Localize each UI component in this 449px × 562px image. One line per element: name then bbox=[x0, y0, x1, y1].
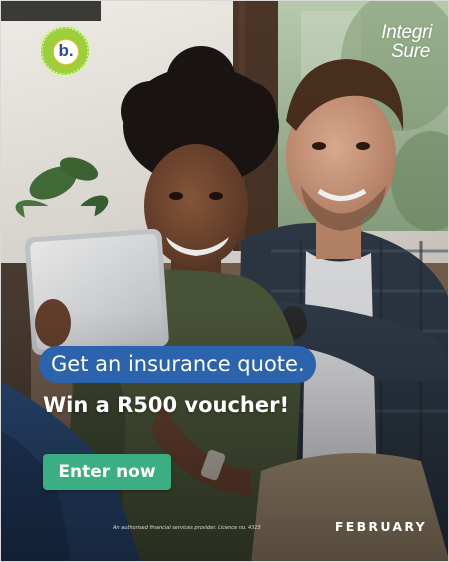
certified-partner-badge: b. bbox=[39, 25, 91, 77]
integrisure-logo: Integri Sure bbox=[381, 23, 432, 61]
brand-line-2: Sure bbox=[391, 41, 430, 62]
enter-now-button[interactable]: Enter now bbox=[43, 454, 171, 490]
legal-disclaimer: An authorised financial services provide… bbox=[113, 525, 261, 531]
badge-letter: b. bbox=[53, 39, 79, 65]
subheadline: Win a R500 voucher! bbox=[43, 393, 290, 417]
brand-line-1: Integri bbox=[381, 22, 432, 43]
headline: Get an insurance quote. bbox=[39, 346, 316, 383]
promo-banner[interactable]: b. Integri Sure Get an insurance quote. … bbox=[0, 0, 449, 562]
campaign-month: FEBRUARY bbox=[334, 519, 427, 534]
